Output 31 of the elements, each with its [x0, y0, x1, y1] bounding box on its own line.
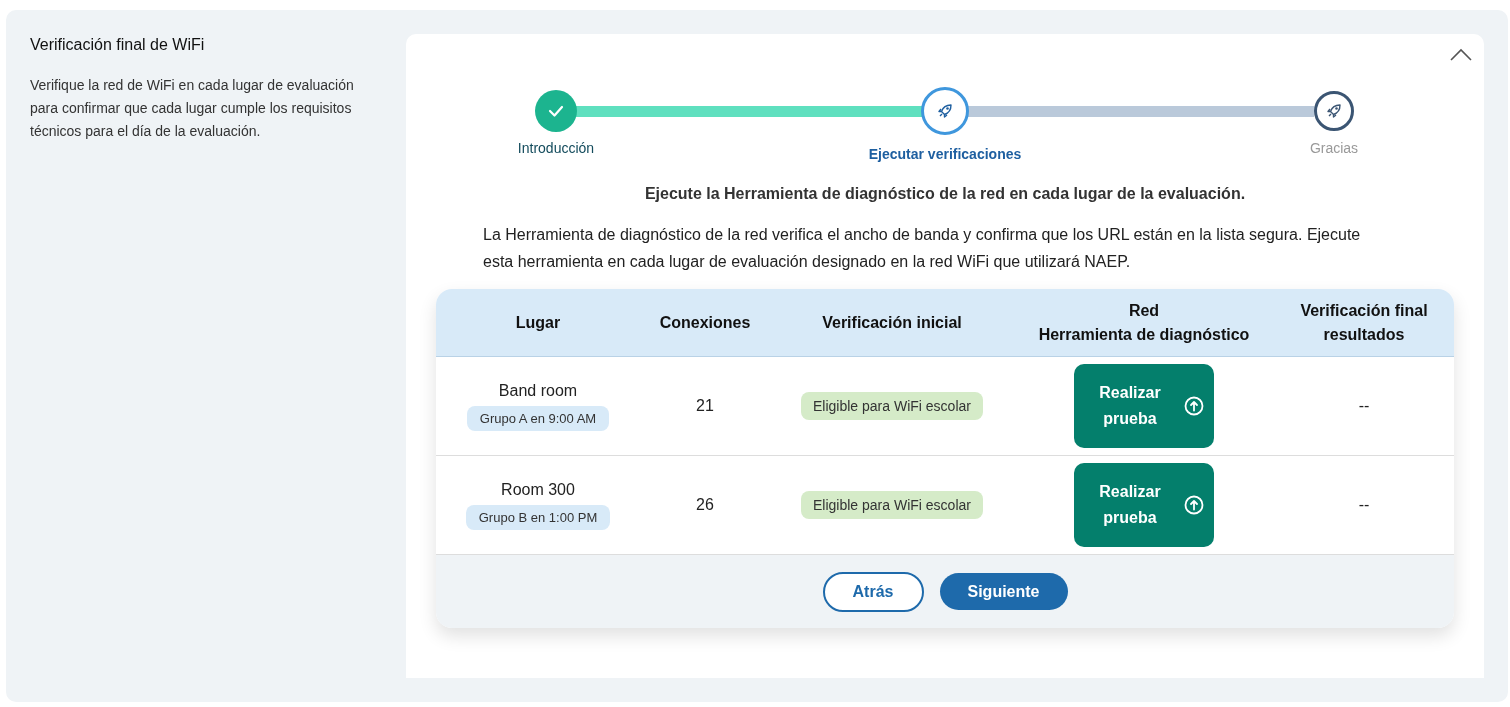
section-description: Verifique la red de WiFi en cada lugar de evaluación para confirmar que cada lugar cumple los requisitos técnicos para el día de la evaluación. — [30, 76, 355, 141]
upload-circle-icon — [1184, 495, 1204, 515]
group-tag: Grupo A en 9:00 AM — [466, 405, 610, 431]
column-header: Verificación inicial — [821, 312, 963, 333]
final-result: -- — [1358, 397, 1370, 415]
next-button[interactable]: Siguiente — [939, 573, 1068, 610]
connections-count: 26 — [696, 496, 714, 514]
section-title: Verificación final de WiFi — [30, 36, 206, 54]
upload-circle-icon — [1184, 396, 1204, 416]
connections-count: 21 — [696, 397, 714, 415]
step-label: Ejecutar verificaciones — [868, 146, 1022, 162]
column-header: Verificación final resultados — [1299, 300, 1429, 345]
place-name: Band room — [498, 381, 578, 400]
final-result: -- — [1358, 496, 1370, 514]
instruction-heading: Ejecute la Herramienta de diagnóstico de la red en cada lugar de la evaluación. — [643, 185, 1247, 203]
group-tag: Grupo B en 1:00 PM — [465, 504, 611, 530]
column-header: Conexiones — [658, 312, 752, 333]
run-test-button[interactable]: Realizar prueba — [1074, 364, 1214, 448]
eligibility-badge: Eligible para WiFi escolar — [801, 392, 983, 420]
instruction-text: La Herramienta de diagnóstico de la red verifica el ancho de banda y confirma que los URL están en la lista segura. Ejecute esta herramienta en cada lugar de evaluación designado en la red WiFi que utilizará NAEP. — [483, 225, 1362, 272]
column-header: Red Herramienta de diagnóstico — [1037, 300, 1251, 345]
step-label: Gracias — [1309, 140, 1359, 156]
step-circle[interactable] — [1314, 91, 1354, 131]
step-circle[interactable] — [921, 87, 969, 135]
step-label: Introducción — [517, 140, 595, 156]
eligibility-badge: Eligible para WiFi escolar — [801, 491, 983, 519]
back-button[interactable]: Atrás — [822, 571, 924, 612]
collapse-chevron-icon[interactable] — [1450, 48, 1472, 62]
run-test-button[interactable]: Realizar prueba — [1074, 463, 1214, 547]
column-header: Lugar — [514, 312, 562, 333]
place-name: Room 300 — [501, 480, 575, 499]
